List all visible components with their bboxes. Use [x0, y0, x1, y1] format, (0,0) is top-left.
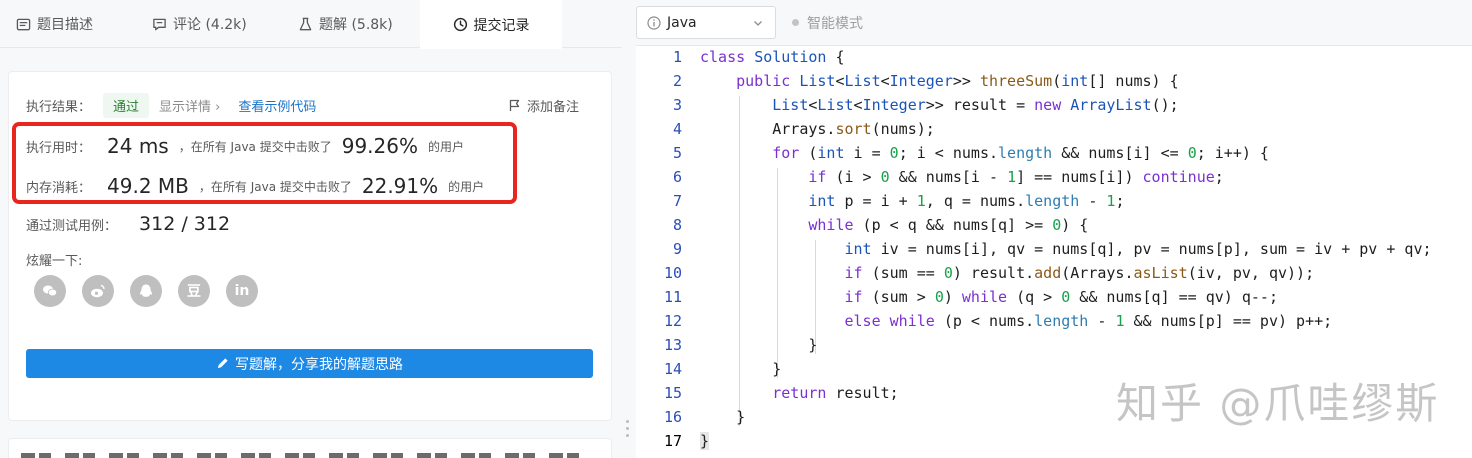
comment-icon — [153, 18, 166, 30]
line-number: 3 — [672, 96, 682, 114]
testcases-label: 通过测试用例： — [26, 218, 118, 234]
memory-label: 内存消耗： — [26, 180, 92, 196]
tab-solutions[interactable]: 题解 (5.8k) — [298, 0, 393, 48]
weibo-icon[interactable] — [82, 275, 114, 307]
tab-comments[interactable]: 评论 (4.2k) — [152, 0, 247, 48]
smart-mode-toggle[interactable]: 智能模式 — [792, 6, 863, 39]
panel-resize-divider[interactable] — [622, 0, 636, 458]
add-note-label: 添加备注 — [526, 99, 579, 115]
editor-panel: Java 智能模式 1 2 3 4 5 6 7 8 9 10 11 12 13 … — [636, 0, 1472, 458]
code-line: if (sum == 0) result.add(Arrays.asList(i… — [844, 264, 1315, 282]
code-line: if (sum > 0) while (q > 0 && nums[q] == … — [844, 288, 1279, 306]
runtime-beat-text: ，在所有 Java 提交中击败了 — [178, 139, 332, 154]
line-number: 13 — [663, 336, 682, 354]
language-value: Java — [667, 14, 697, 31]
left-panel: 题目描述 评论 (4.2k) 题解 (5.8k) 提交记录 执行结果： 通过 显… — [0, 0, 622, 458]
testcases-value: 312 / 312 — [139, 213, 231, 235]
code-line: } — [700, 432, 710, 450]
line-number: 15 — [663, 384, 682, 402]
code-line: while (p < q && nums[q] >= 0) { — [808, 216, 1089, 234]
code-line: int iv = nums[i], qv = nums[q], pv = num… — [844, 240, 1432, 258]
linkedin-icon[interactable]: in — [226, 275, 258, 307]
tab-submissions-label: 提交记录 — [473, 17, 530, 34]
tab-comments-label: 评论 (4.2k) — [173, 17, 247, 33]
memory-percent: 22.91% — [361, 174, 439, 198]
status-badge: 通过 — [103, 92, 150, 118]
code-line: Arrays.sort(nums); — [700, 120, 935, 138]
tab-description-label: 题目描述 — [37, 17, 93, 33]
code-line: class Solution { — [700, 48, 845, 66]
tab-submissions[interactable]: 提交记录 — [420, 0, 562, 49]
code-line: } — [700, 336, 818, 354]
line-number: 1 — [672, 48, 682, 66]
submission-result-card: 执行结果： 通过 显示详情 › 查看示例代码 添加备注 执行用时： 24 ms … — [8, 71, 612, 421]
description-card — [8, 438, 612, 458]
memory-row: 内存消耗： 49.2 MB ，在所有 Java 提交中击败了 22.91% 的用… — [26, 171, 484, 201]
flask-icon — [299, 17, 312, 30]
memory-value: 49.2 MB — [107, 174, 189, 198]
testcases-row: 通过测试用例： 312 / 312 — [26, 209, 230, 239]
language-select[interactable]: Java — [636, 6, 776, 39]
runtime-label: 执行用时： — [26, 140, 92, 156]
flag-icon — [509, 99, 520, 111]
line-number: 7 — [672, 192, 682, 210]
code-line: int p = i + 1, q = nums.length - 1; — [808, 192, 1125, 210]
add-note-button[interactable]: 添加备注 — [509, 94, 579, 116]
line-number-current: 17 — [663, 432, 682, 450]
code-line: return result; — [772, 384, 899, 402]
line-number: 5 — [672, 144, 682, 162]
code-line: public List<List<Integer>> threeSum(int[… — [736, 72, 1179, 90]
runtime-suffix: 的用户 — [427, 139, 464, 154]
line-number: 2 — [672, 72, 682, 90]
tab-solutions-label: 题解 (5.8k) — [319, 17, 393, 33]
problem-tab-bar: 题目描述 评论 (4.2k) 题解 (5.8k) 提交记录 — [0, 0, 622, 49]
memory-beat-text: ，在所有 Java 提交中击败了 — [198, 179, 352, 194]
code-line: } — [700, 408, 746, 426]
line-number: 9 — [672, 240, 682, 258]
code-line: for (int i = 0; i < nums.length && nums[… — [772, 144, 1269, 162]
runtime-value: 24 ms — [107, 134, 169, 158]
write-solution-label: 写题解，分享我的解题思路 — [235, 356, 403, 373]
watermark: 知乎 @爪哇缪斯 — [1116, 379, 1440, 428]
line-number: 14 — [663, 360, 682, 378]
code-line: } — [700, 360, 782, 378]
line-number: 12 — [663, 312, 682, 330]
line-number: 4 — [672, 120, 682, 138]
share-icons: 豆 in — [34, 275, 258, 307]
douban-icon[interactable]: 豆 — [178, 275, 210, 307]
result-label: 执行结果： — [26, 99, 92, 115]
result-row: 执行结果： 通过 显示详情 › 查看示例代码 — [26, 92, 316, 118]
share-label: 炫耀一下: — [26, 253, 83, 269]
code-line: else while (p < nums.length - 1 && nums[… — [844, 312, 1333, 330]
line-number: 6 — [672, 168, 682, 186]
runtime-row: 执行用时： 24 ms ，在所有 Java 提交中击败了 99.26% 的用户 — [26, 131, 464, 161]
share-row: 炫耀一下: — [26, 248, 82, 270]
wechat-icon[interactable] — [34, 275, 66, 307]
editor-toolbar: Java 智能模式 — [636, 0, 1472, 46]
chevron-down-icon — [754, 21, 762, 26]
show-details-link[interactable]: 显示详情 › — [159, 96, 220, 115]
write-solution-button[interactable]: 写题解，分享我的解题思路 — [26, 349, 593, 378]
smart-mode-label: 智能模式 — [807, 15, 863, 32]
info-icon — [647, 15, 661, 30]
resize-grip-icon[interactable] — [626, 420, 630, 437]
memory-suffix: 的用户 — [448, 179, 485, 194]
pencil-icon — [217, 358, 228, 369]
line-number: 16 — [663, 408, 682, 426]
tab-description[interactable]: 题目描述 — [16, 0, 93, 48]
line-number: 10 — [663, 264, 682, 282]
line-number: 8 — [672, 216, 682, 234]
runtime-percent: 99.26% — [341, 134, 418, 158]
code-line: if (i > 0 && nums[i - 1] == nums[i]) con… — [808, 168, 1224, 186]
document-icon — [16, 18, 31, 30]
description-text-cropped — [21, 453, 581, 458]
clock-icon — [453, 17, 467, 32]
qq-icon[interactable] — [130, 275, 162, 307]
smart-mode-dot-icon — [792, 19, 799, 26]
code-line: List<List<Integer>> result = new ArrayLi… — [772, 96, 1179, 114]
view-sample-code-link[interactable]: 查看示例代码 — [238, 96, 316, 115]
line-number: 11 — [663, 288, 682, 306]
